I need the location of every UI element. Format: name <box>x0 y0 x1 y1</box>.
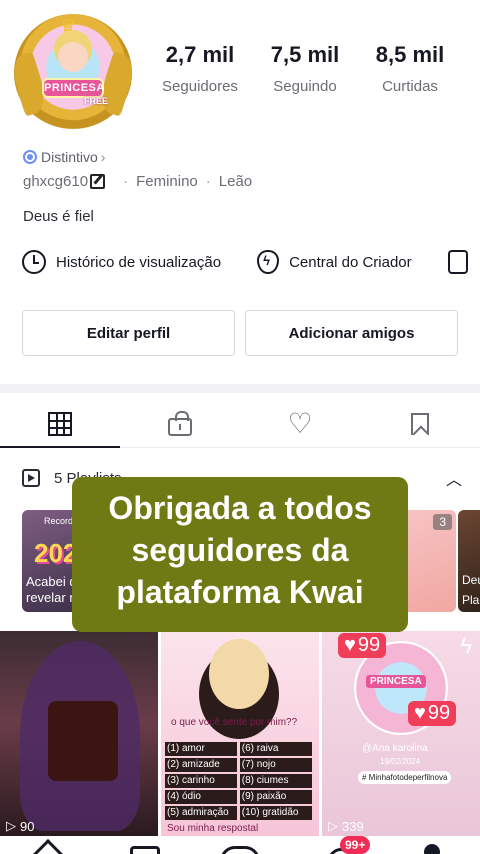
play-count: 90 <box>6 818 34 834</box>
profile-buttons: Editar perfil Adicionar amigos <box>22 310 458 356</box>
thumbnail-date: 19/02/2024 <box>380 757 421 766</box>
list-item: (4) ódio <box>165 790 237 804</box>
profile-icon[interactable] <box>424 844 440 854</box>
playlist-card[interactable]: Deus Pla <box>458 510 480 612</box>
playlist-icon <box>22 469 40 487</box>
stat-following-value: 7,5 mil <box>270 42 340 67</box>
stat-following[interactable]: 7,5 mil Seguindo <box>255 42 355 95</box>
create-icon[interactable] <box>220 846 260 854</box>
thumbnail-hashtag: # Minhafotodeperfilnova <box>358 771 452 784</box>
avatar-face <box>58 42 88 72</box>
edit-profile-button[interactable]: Editar perfil <box>22 310 235 356</box>
like-count: 99 <box>357 634 381 656</box>
thumbnail-figure <box>209 639 269 709</box>
list-item: (8) ciumes <box>239 774 312 788</box>
stat-followers[interactable]: 2,7 mil Seguidores <box>150 42 250 95</box>
add-friends-button[interactable]: Adicionar amigos <box>245 310 458 356</box>
stat-likes[interactable]: 8,5 mil Curtidas <box>360 42 460 95</box>
play-count: 339 <box>328 818 364 834</box>
history-label: Histórico de visualização <box>56 253 222 271</box>
stat-likes-value: 8,5 mil <box>375 42 445 67</box>
list-item: (3) carinho <box>165 774 237 788</box>
badge-link[interactable]: Distintivo › <box>23 149 105 165</box>
home-icon[interactable] <box>31 839 65 854</box>
avatar-brand-text: PRINCESA <box>42 78 104 98</box>
bottom-nav: 99+ <box>0 836 480 854</box>
crown-icon: ♛ <box>60 16 77 36</box>
stat-likes-label: Curtidas <box>382 78 438 95</box>
like-count: 99 <box>427 702 451 724</box>
heart-icon: ♡ <box>287 407 313 439</box>
avatar-brand-subtext: FREE <box>84 96 109 106</box>
section-divider <box>0 384 480 393</box>
list-item: (9) paixão <box>239 790 312 804</box>
video-grid: 90 o que você sente por mim?? (1) amor (… <box>0 631 480 836</box>
thumbnail-question: o que você sente por mim?? <box>171 717 298 728</box>
video-thumbnail[interactable]: PRINCESA ♥ 99 ♥ 99 ϟ @Ana karolina 19/02/2… <box>322 631 480 836</box>
profile-avatar[interactable]: ♛ PRINCESA FREE <box>7 14 139 132</box>
lightbulb-icon <box>257 250 280 274</box>
thumbnail-bottom-text: Sou minha respostal <box>167 823 259 834</box>
thumbnail-handle: @Ana karolina <box>362 743 428 754</box>
history-button[interactable]: Histórico de visualização <box>22 250 221 274</box>
video-thumbnail[interactable]: 90 <box>0 631 158 836</box>
thumbnail-list: (1) amor (6) raiva (2) amizade (7) nojo … <box>165 741 315 836</box>
stat-followers-value: 2,7 mil <box>165 42 235 67</box>
caption-line: Obrigada a todos <box>108 490 372 526</box>
list-item: (6) raiva <box>239 742 312 756</box>
list-item: (5) admiração <box>165 806 237 820</box>
list-item: (1) amor <box>165 742 237 756</box>
edit-username-icon[interactable] <box>90 174 106 189</box>
caption-line: seguidores da <box>131 532 349 568</box>
friends-icon[interactable] <box>130 846 160 854</box>
tab-saved[interactable] <box>360 400 480 447</box>
caption-line: plataforma Kwai <box>116 574 364 610</box>
tab-private[interactable] <box>120 400 240 447</box>
badge-label: Distintivo <box>41 149 98 165</box>
caption-overlay: Obrigada a todos seguidores da plataform… <box>72 477 408 632</box>
more-action-icon <box>447 250 468 274</box>
username: ghxcg610 <box>23 173 89 190</box>
stat-following-label: Seguindo <box>273 78 337 95</box>
lock-icon <box>168 410 192 436</box>
grid-icon <box>48 411 72 436</box>
video-thumbnail[interactable]: o que você sente por mim?? (1) amor (6) … <box>161 631 319 836</box>
creator-center-button[interactable]: Central do Criador <box>257 250 412 274</box>
badge-icon <box>23 150 37 164</box>
list-item: (2) amizade <box>165 758 237 772</box>
profile-stats: 2,7 mil Seguidores 7,5 mil Seguindo 8,5 … <box>150 42 460 95</box>
separator-dot: · <box>123 173 129 190</box>
list-item: (10) gratidão <box>239 806 312 820</box>
bookmark-icon <box>411 412 429 435</box>
content-tabs: ♡ <box>0 400 480 448</box>
more-quick-action[interactable] <box>447 250 468 274</box>
playlist-count-badge: 3 <box>433 514 452 530</box>
quick-actions: Histórico de visualização Central do Cri… <box>22 250 480 274</box>
profile-bio: Deus é fiel <box>23 208 94 225</box>
sign-label: Leão <box>218 173 253 190</box>
creator-center-label: Central do Criador <box>289 253 412 271</box>
tab-liked[interactable]: ♡ <box>240 400 360 447</box>
clock-icon <box>22 250 46 274</box>
playlist-card-title-line: Pla <box>462 593 480 607</box>
chevron-up-icon[interactable]: ︿ <box>446 466 462 490</box>
inbox-count-badge: 99+ <box>340 836 371 854</box>
stat-followers-label: Seguidores <box>162 78 238 95</box>
chevron-right-icon: › <box>100 149 106 165</box>
separator-dot: · <box>205 173 211 190</box>
profile-info-row: ghxcg610 · Feminino · Leão <box>23 173 252 190</box>
tab-videos[interactable] <box>0 400 120 448</box>
heart-icon: ♥ <box>344 634 356 656</box>
list-item: (7) nojo <box>239 758 312 772</box>
gender-label: Feminino <box>136 173 198 190</box>
heart-icon: ♥ <box>414 702 426 724</box>
thumbnail-figure-body <box>48 701 118 781</box>
playlist-card-title: Deus Pla <box>462 570 480 610</box>
thumbnail-avatar-text: PRINCESA <box>366 675 426 688</box>
like-badge: ♥ 99 <box>338 633 387 658</box>
like-badge: ♥ 99 <box>408 701 457 726</box>
lightning-icon: ϟ <box>460 633 472 658</box>
playlist-card-tag: Deus <box>462 573 480 587</box>
